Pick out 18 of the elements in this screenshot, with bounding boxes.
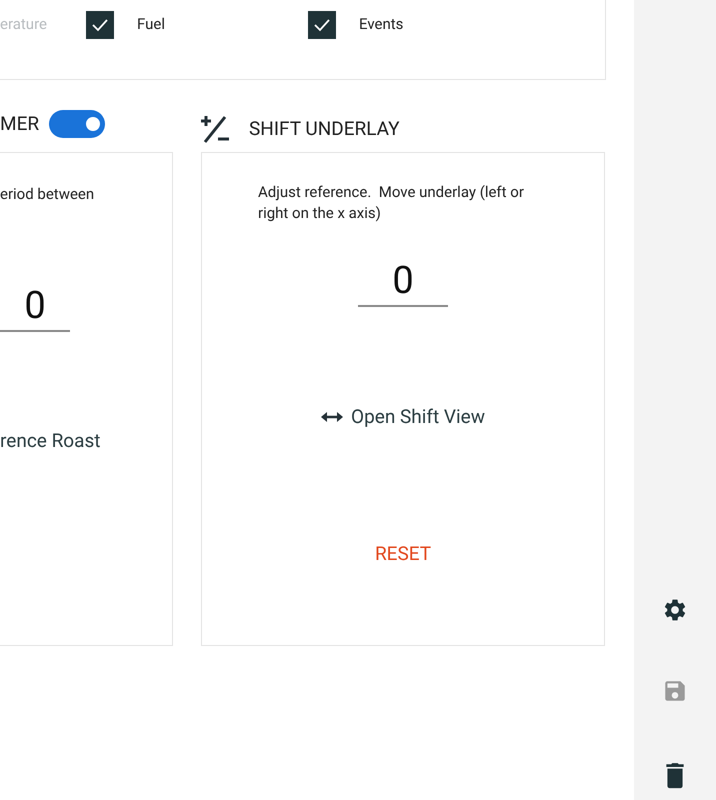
link-button[interactable]: rence Roast (0, 426, 100, 455)
toggle-switch[interactable] (49, 110, 106, 138)
description-text: eriod between (0, 184, 94, 205)
number-field[interactable]: 0 (358, 257, 448, 307)
settings-icon[interactable] (662, 597, 688, 623)
option-label: Events (359, 14, 404, 36)
double-arrow-icon (321, 411, 343, 424)
checkbox[interactable] (86, 10, 114, 38)
number-field[interactable]: 0 (0, 282, 70, 332)
section-title: SHIFT UNDERLAY (249, 116, 400, 142)
plus-minus-icon (199, 113, 231, 145)
option-label: erature (0, 14, 48, 36)
description-text: Adjust reference. Move underlay (left or right on the x axis) (258, 182, 525, 224)
section-title: MER (0, 110, 40, 137)
link-button[interactable]: Open Shift View (321, 403, 485, 432)
reset-button[interactable]: RESET (374, 540, 432, 568)
option-label: Fuel (137, 14, 166, 36)
checkbox[interactable] (308, 10, 336, 38)
